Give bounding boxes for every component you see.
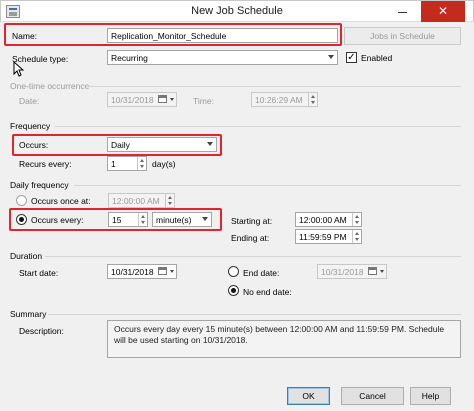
start-date-input[interactable]: 10/31/2018 bbox=[107, 264, 177, 279]
occurs-once-time-value: 12:00:00 AM bbox=[112, 196, 160, 206]
occurs-highlight-box bbox=[12, 134, 222, 156]
one-time-time-label: Time: bbox=[193, 96, 214, 106]
cancel-button[interactable]: Cancel bbox=[341, 387, 404, 405]
summary-divider bbox=[48, 314, 461, 315]
end-date-label: End date: bbox=[243, 268, 280, 278]
mouse-cursor-icon bbox=[13, 61, 24, 77]
ending-at-input[interactable]: 11:59:59 PM bbox=[295, 229, 362, 244]
one-time-time-value: 10:26:29 AM bbox=[255, 95, 303, 105]
chevron-down-icon bbox=[170, 98, 174, 101]
occurs-every-highlight-box bbox=[9, 208, 222, 231]
time-spinner[interactable] bbox=[308, 93, 317, 106]
minimize-button[interactable] bbox=[387, 1, 417, 22]
recurs-unit-label: day(s) bbox=[152, 159, 176, 169]
daily-frequency-section-label: Daily frequency bbox=[10, 180, 69, 190]
end-date-radio[interactable] bbox=[228, 266, 239, 277]
one-time-date-value: 10/31/2018 bbox=[111, 95, 154, 105]
recurs-every-value: 1 bbox=[111, 159, 116, 169]
starting-at-value: 12:00:00 AM bbox=[299, 215, 347, 225]
description-label: Description: bbox=[19, 326, 64, 336]
description-text: Occurs every day every 15 minute(s) betw… bbox=[107, 320, 461, 358]
one-time-date-label: Date: bbox=[19, 96, 40, 106]
close-button[interactable]: ✕ bbox=[421, 1, 465, 22]
close-icon: ✕ bbox=[437, 4, 449, 18]
starting-at-label: Starting at: bbox=[231, 216, 273, 226]
enabled-checkbox[interactable]: ✓ bbox=[346, 52, 357, 63]
chevron-down-icon bbox=[170, 270, 174, 273]
ending-at-label: Ending at: bbox=[231, 233, 270, 243]
occurs-once-label: Occurs once at: bbox=[31, 196, 91, 206]
time-spinner[interactable] bbox=[165, 194, 174, 207]
starting-at-input[interactable]: 12:00:00 AM bbox=[295, 212, 362, 227]
ending-at-value: 11:59:59 PM bbox=[299, 232, 347, 242]
one-time-time-input[interactable]: 10:26:29 AM bbox=[251, 92, 318, 107]
calendar-icon bbox=[368, 267, 377, 275]
enabled-label: Enabled bbox=[361, 53, 393, 63]
occurs-once-time-input[interactable]: 12:00:00 AM bbox=[108, 193, 175, 208]
one-time-date-input[interactable]: 10/31/2018 bbox=[107, 92, 177, 107]
recurs-every-label: Recurs every: bbox=[19, 159, 72, 169]
end-date-input[interactable]: 10/31/2018 bbox=[317, 264, 387, 279]
chevron-down-icon bbox=[380, 270, 384, 273]
jobs-in-schedule-button[interactable]: Jobs in Schedule bbox=[344, 27, 461, 45]
one-time-section-label: One-time occurrence bbox=[10, 81, 90, 91]
summary-section-label: Summary bbox=[10, 309, 47, 319]
frequency-divider bbox=[55, 126, 461, 127]
end-date-value: 10/31/2018 bbox=[321, 267, 364, 277]
recurs-spinner[interactable] bbox=[137, 157, 146, 170]
start-date-value: 10/31/2018 bbox=[111, 267, 154, 277]
time-spinner[interactable] bbox=[352, 230, 361, 243]
duration-divider bbox=[45, 256, 461, 257]
no-end-date-radio[interactable] bbox=[228, 285, 239, 296]
no-end-date-label: No end date: bbox=[243, 287, 292, 297]
occurs-once-radio[interactable] bbox=[16, 195, 27, 206]
time-spinner[interactable] bbox=[352, 213, 361, 226]
calendar-icon bbox=[158, 267, 167, 275]
daily-frequency-divider bbox=[74, 185, 461, 186]
schedule-type-select[interactable]: Recurring bbox=[107, 50, 338, 65]
one-time-divider bbox=[86, 86, 461, 87]
calendar-icon bbox=[158, 95, 167, 103]
ok-button[interactable]: OK bbox=[287, 387, 330, 405]
schedule-type-value: Recurring bbox=[111, 53, 148, 63]
frequency-section-label: Frequency bbox=[10, 121, 51, 131]
name-highlight-box bbox=[4, 23, 342, 46]
chevron-down-icon bbox=[328, 55, 334, 59]
start-date-label: Start date: bbox=[19, 268, 59, 278]
title-bar: New Job Schedule ✕ bbox=[0, 0, 474, 22]
help-button[interactable]: Help bbox=[410, 387, 451, 405]
recurs-every-input[interactable]: 1 bbox=[107, 156, 147, 171]
duration-section-label: Duration bbox=[10, 251, 43, 261]
